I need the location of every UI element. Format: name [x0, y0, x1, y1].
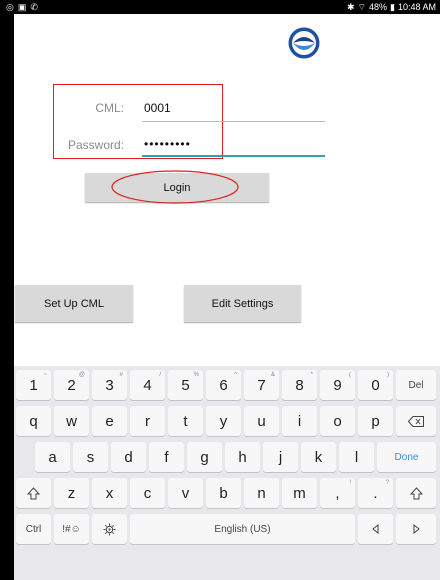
- key-1[interactable]: 1 ~: [16, 370, 51, 400]
- key-k[interactable]: k: [301, 442, 336, 472]
- key-g[interactable]: g: [187, 442, 222, 472]
- key-j[interactable]: j: [263, 442, 298, 472]
- password-underline: [142, 155, 325, 157]
- key-x[interactable]: x: [92, 478, 127, 508]
- backspace-icon: [408, 415, 424, 427]
- battery-percent: 48%: [369, 2, 388, 12]
- cursor-left-key[interactable]: [358, 514, 393, 544]
- key-2[interactable]: 2 @: [54, 370, 89, 400]
- settings-key[interactable]: [92, 514, 127, 544]
- login-highlight-ellipse: [111, 170, 239, 204]
- key-9[interactable]: 9(: [320, 370, 355, 400]
- password-label: Password:: [67, 138, 124, 152]
- instagram-icon: ◎: [6, 2, 14, 12]
- key-e[interactable]: e: [92, 406, 127, 436]
- key-p[interactable]: p: [358, 406, 393, 436]
- key-y[interactable]: y: [206, 406, 241, 436]
- key-8[interactable]: 8 *: [282, 370, 317, 400]
- key-f[interactable]: f: [149, 442, 184, 472]
- key-z[interactable]: z: [54, 478, 89, 508]
- battery-icon: ▮: [390, 2, 395, 12]
- edit-settings-button[interactable]: Edit Settings: [184, 285, 301, 322]
- key-period[interactable]: .?: [358, 478, 393, 508]
- cml-label: CML:: [95, 101, 124, 115]
- key-i[interactable]: i: [282, 406, 317, 436]
- key-v[interactable]: v: [168, 478, 203, 508]
- cursor-right-key[interactable]: [396, 514, 436, 544]
- delete-key[interactable]: Del: [396, 370, 436, 400]
- soft-keyboard: 1 ~ 2 @ 3 # 4/ 5% 6 ^ 7 & 8 * 9( 0) Del q w e …: [14, 366, 440, 580]
- noaa-logo-icon: [288, 27, 320, 59]
- chevron-right-icon: [413, 524, 420, 534]
- key-n[interactable]: n: [244, 478, 279, 508]
- key-q[interactable]: q: [16, 406, 51, 436]
- key-0[interactable]: 0): [358, 370, 393, 400]
- bluetooth-icon: ✱: [346, 2, 355, 12]
- key-s[interactable]: s: [73, 442, 108, 472]
- key-u[interactable]: u: [244, 406, 279, 436]
- key-o[interactable]: o: [320, 406, 355, 436]
- shift-right-key[interactable]: [396, 478, 436, 508]
- key-h[interactable]: h: [225, 442, 260, 472]
- key-b[interactable]: b: [206, 478, 241, 508]
- key-m[interactable]: m: [282, 478, 317, 508]
- key-r[interactable]: r: [130, 406, 165, 436]
- key-4[interactable]: 4/: [130, 370, 165, 400]
- key-comma[interactable]: ,!: [320, 478, 355, 508]
- ctrl-key[interactable]: Ctrl: [16, 514, 51, 544]
- screen: ◎ ▣ ✆ ✱ ⌔ 48% ▮ 10:48 AM CML: 0001 Passw…: [0, 0, 440, 580]
- key-t[interactable]: t: [168, 406, 203, 436]
- shift-icon: [409, 486, 423, 499]
- status-left-icons: ◎ ▣ ✆: [6, 0, 38, 14]
- status-bar: ◎ ▣ ✆ ✱ ⌔ 48% ▮ 10:48 AM: [0, 0, 440, 14]
- key-l[interactable]: l: [339, 442, 374, 472]
- chevron-left-icon: [372, 524, 379, 534]
- call-icon: ✆: [30, 2, 38, 12]
- clock: 10:48 AM: [397, 2, 436, 12]
- done-key[interactable]: Done: [377, 442, 436, 472]
- key-d[interactable]: d: [111, 442, 146, 472]
- backspace-key[interactable]: [396, 406, 436, 436]
- key-w[interactable]: w: [54, 406, 89, 436]
- wifi-icon: ⌔: [357, 2, 366, 12]
- key-3[interactable]: 3 #: [92, 370, 127, 400]
- key-c[interactable]: c: [130, 478, 165, 508]
- shift-left-key[interactable]: [16, 478, 51, 508]
- setup-cml-button[interactable]: Set Up CML: [15, 285, 133, 322]
- password-input[interactable]: •••••••••: [144, 137, 191, 151]
- status-right: ✱ ⌔ 48% ▮ 10:48 AM: [347, 0, 436, 14]
- cml-underline: [142, 121, 325, 122]
- spacebar[interactable]: English (US): [130, 514, 355, 544]
- cml-input[interactable]: 0001: [144, 101, 171, 115]
- symbols-key[interactable]: !#☺: [54, 514, 89, 544]
- key-a[interactable]: a: [35, 442, 70, 472]
- key-5[interactable]: 5%: [168, 370, 203, 400]
- shift-icon: [27, 486, 40, 499]
- gear-icon: [103, 523, 116, 535]
- key-6[interactable]: 6 ^: [206, 370, 241, 400]
- gallery-icon: ▣: [17, 2, 27, 12]
- login-screen: CML: 0001 Password: ••••••••• Login Set …: [14, 14, 440, 366]
- key-7[interactable]: 7 &: [244, 370, 279, 400]
